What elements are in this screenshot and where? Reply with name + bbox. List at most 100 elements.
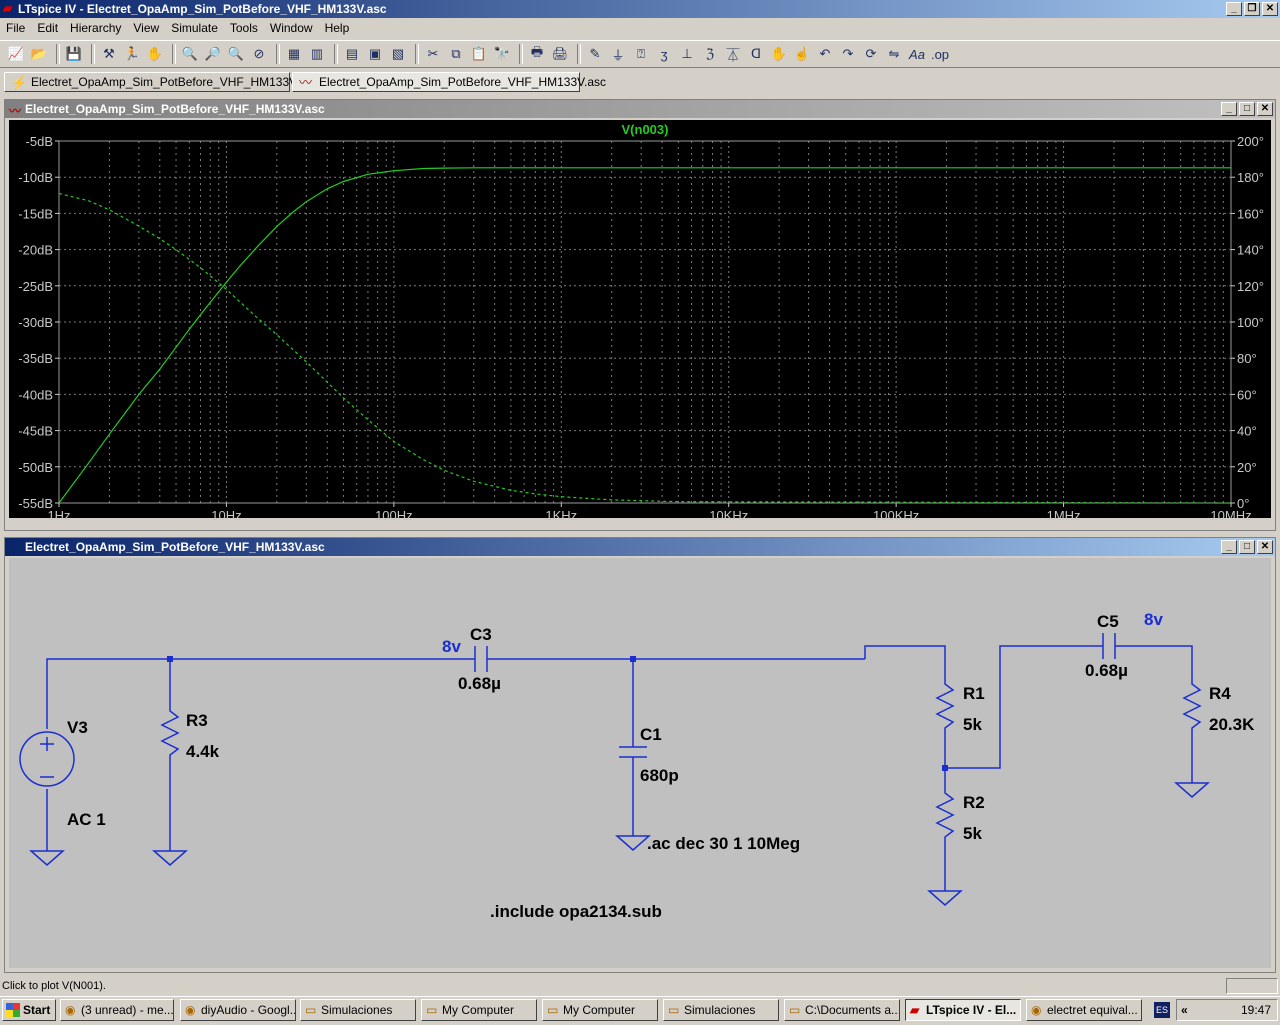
menu-simulate[interactable]: Simulate: [165, 19, 224, 37]
folder-icon: ▭: [305, 1003, 317, 1017]
menu-view[interactable]: View: [127, 19, 165, 37]
minimize-button[interactable]: _: [1226, 2, 1242, 16]
run-icon[interactable]: 🏃: [122, 44, 142, 64]
tab-schematic[interactable]: ⚡ Electret_OpaAmp_Sim_PotBefore_VHF_HM13…: [4, 72, 318, 92]
zoom-out-icon[interactable]: 🔍: [226, 44, 246, 64]
tray-expand-icon[interactable]: «: [1181, 1000, 1188, 1020]
schematic-window: Electret_OpaAmp_Sim_PotBefore_VHF_HM133V…: [4, 537, 1276, 973]
open-folder-icon[interactable]: 📂: [29, 44, 49, 64]
include-directive[interactable]: .include opa2134.sub: [490, 902, 662, 921]
label-net-icon[interactable]: ⍰: [631, 44, 651, 64]
waveform-plot[interactable]: -5dB -10dB -15dB -20dB -25dB -30dB -35dB -40dB -…: [9, 120, 1271, 523]
save-icon[interactable]: 💾: [64, 44, 84, 64]
x-tick-label: 1Hz: [47, 508, 70, 523]
mirror-icon[interactable]: ⇋: [884, 44, 904, 64]
component-icon[interactable]: ᗡ: [746, 44, 766, 64]
ground-icon: [1174, 782, 1210, 798]
r4-value: 20.3K: [1209, 715, 1255, 734]
y-tick-label-left: -5dB: [26, 134, 53, 149]
task-ltspice[interactable]: ▰ LTspice IV - El...: [905, 999, 1021, 1021]
zoom-fit-icon[interactable]: ⊘: [249, 44, 269, 64]
language-indicator[interactable]: ES: [1154, 1002, 1170, 1018]
task-mycomputer-1[interactable]: ▭ My Computer: [421, 999, 537, 1021]
schematic-close-button[interactable]: ✕: [1257, 540, 1273, 554]
ac-directive[interactable]: .ac dec 30 1 10Meg: [647, 834, 800, 853]
zoom-pan-icon[interactable]: 🔎: [203, 44, 223, 64]
toolbar-separator: [56, 44, 60, 64]
ground-icon[interactable]: ⏚: [608, 44, 628, 64]
schematic-maximize-button[interactable]: □: [1239, 540, 1255, 554]
copy-icon[interactable]: ⧉: [446, 44, 466, 64]
task-mycomputer-2[interactable]: ▭ My Computer: [542, 999, 658, 1021]
task-label: LTspice IV - El...: [926, 1003, 1017, 1017]
drag-hand-icon[interactable]: ☝: [792, 44, 812, 64]
resistor-icon[interactable]: ʒ: [654, 44, 674, 64]
cut-icon[interactable]: ✂: [423, 44, 443, 64]
plot-window-title: Electret_OpaAmp_Sim_PotBefore_VHF_HM133V…: [25, 102, 325, 116]
tile-vertical-icon[interactable]: ▧: [388, 44, 408, 64]
chrome-icon: ◉: [185, 1003, 196, 1017]
x-tick-label: 10MHz: [1210, 508, 1251, 523]
inductor-icon[interactable]: ℨ: [700, 44, 720, 64]
draw-wire-icon[interactable]: ✎: [585, 44, 605, 64]
task-simulaciones-1[interactable]: ▭ Simulaciones: [300, 999, 416, 1021]
plot-maximize-button[interactable]: □: [1239, 102, 1255, 116]
tile-horizontal-icon[interactable]: ▤: [342, 44, 362, 64]
plot-close-button[interactable]: ✕: [1257, 102, 1273, 116]
task-label: My Computer: [442, 1003, 515, 1017]
undo-icon[interactable]: ↶: [815, 44, 835, 64]
junction-dot: [167, 656, 173, 662]
y-tick-label-left: -20dB: [18, 243, 53, 258]
menu-edit[interactable]: Edit: [31, 19, 64, 37]
task-documents[interactable]: ▭ C:\Documents a...: [784, 999, 900, 1021]
text-icon[interactable]: Aa: [907, 44, 927, 64]
zoom-in-icon[interactable]: 🔍: [180, 44, 200, 64]
find-icon[interactable]: 🔭: [492, 44, 512, 64]
task-simulaciones-2[interactable]: ▭ Simulaciones: [663, 999, 779, 1021]
task-diyaudio[interactable]: ◉ diyAudio - Googl...: [180, 999, 296, 1021]
menu-hierarchy[interactable]: Hierarchy: [64, 19, 127, 37]
autorange-icon[interactable]: ▦: [284, 44, 304, 64]
toolbar-separator: [334, 44, 338, 64]
grid-icon[interactable]: ▥: [307, 44, 327, 64]
task-electret[interactable]: ◉ electret equival...: [1026, 999, 1142, 1021]
tab-waveform[interactable]: 〰 Electret_OpaAmp_Sim_PotBefore_VHF_HM13…: [292, 72, 606, 92]
schematic-canvas[interactable]: V3 AC 1 R3 4.4k C3 0.68µ C1 680p R1 5k R…: [9, 558, 1271, 968]
close-button[interactable]: ✕: [1262, 2, 1278, 16]
status-bar: Click to plot V(N001).: [0, 976, 1280, 996]
r2-name: R2: [963, 793, 985, 812]
schematic-minimize-button[interactable]: _: [1221, 540, 1237, 554]
menu-bar: File Edit Hierarchy View Simulate Tools …: [0, 19, 1280, 37]
new-schematic-icon[interactable]: 📈: [6, 44, 26, 64]
print-setup-icon[interactable]: 🖶: [527, 44, 547, 64]
cascade-icon[interactable]: ▣: [365, 44, 385, 64]
spice-directive-icon[interactable]: .op: [930, 44, 950, 64]
capacitor-icon[interactable]: ⊥: [677, 44, 697, 64]
v3-name: V3: [67, 718, 88, 737]
plot-minimize-button[interactable]: _: [1221, 102, 1237, 116]
chrome-icon: ◉: [65, 1003, 76, 1017]
schematic-svg: V3 AC 1 R3 4.4k C3 0.68µ C1 680p R1 5k R…: [19, 610, 1255, 921]
tab-label: Electret_OpaAmp_Sim_PotBefore_VHF_HM133V…: [31, 75, 319, 89]
menu-window[interactable]: Window: [264, 19, 319, 37]
restore-button[interactable]: ❐: [1244, 2, 1260, 16]
rotate-icon[interactable]: ⟳: [861, 44, 881, 64]
redo-icon[interactable]: ↷: [838, 44, 858, 64]
net-label-8v[interactable]: 8v: [1144, 610, 1163, 629]
toolbar: 📈 📂 💾 ⚒ 🏃 ✋ 🔍 🔎 🔍 ⊘ ▦ ▥ ▤ ▣ ▧ ✂ ⧉ 📋 🔭 🖶 …: [0, 40, 1280, 68]
move-hand-icon[interactable]: ✋: [769, 44, 789, 64]
control-panel-icon[interactable]: ⚒: [99, 44, 119, 64]
task-gmail[interactable]: ◉ (3 unread) - me...: [60, 999, 174, 1021]
waveform-icon: 〰: [299, 75, 313, 90]
folder-icon: ▭: [426, 1003, 438, 1017]
print-icon[interactable]: 🖨: [550, 44, 570, 64]
net-label-8v[interactable]: 8v: [442, 637, 461, 656]
menu-file[interactable]: File: [0, 19, 31, 37]
menu-tools[interactable]: Tools: [224, 19, 264, 37]
y-tick-label-right: 80°: [1237, 351, 1257, 366]
menu-help[interactable]: Help: [319, 19, 356, 37]
diode-icon[interactable]: ⏄: [723, 44, 743, 64]
paste-icon[interactable]: 📋: [469, 44, 489, 64]
start-button[interactable]: Start: [2, 999, 56, 1021]
halt-icon[interactable]: ✋: [145, 44, 165, 64]
